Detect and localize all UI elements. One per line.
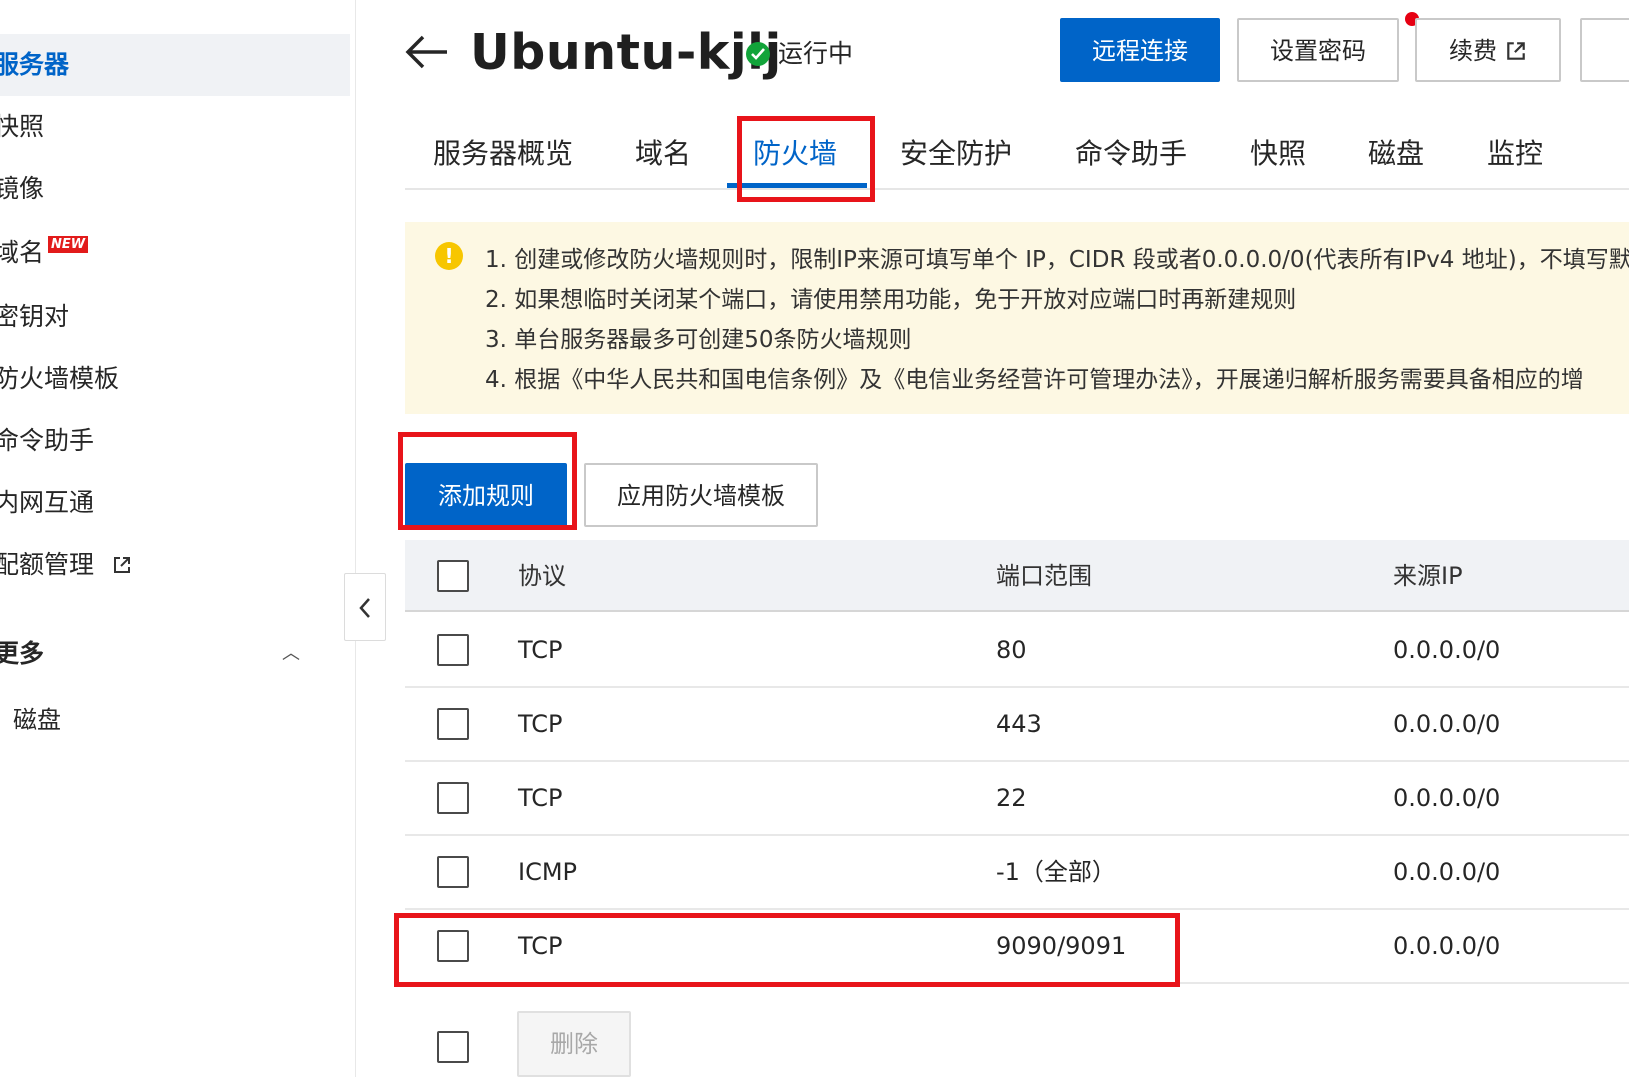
tab-overview[interactable]: 服务器概览	[433, 134, 573, 174]
tab-monitor[interactable]: 监控	[1487, 134, 1543, 174]
column-header-source: 来源IP	[1393, 562, 1463, 590]
sidebar-item-disks[interactable]: 磁盘	[13, 690, 61, 750]
tab-bar: 服务器概览 域名 防火墙 安全防护 命令助手 快照 磁盘 监控	[405, 120, 1629, 190]
page: 服务器 快照 镜像 域名NEW 密钥对 防火墙模板 命令助手 内网互通 配额管理…	[0, 0, 1629, 1077]
protocol-cell: TCP	[518, 784, 563, 812]
sidebar-item-label: 域名	[0, 238, 45, 267]
new-badge: NEW	[48, 236, 89, 253]
apply-template-button[interactable]: 应用防火墙模板	[584, 463, 818, 527]
tab-firewall[interactable]: 防火墙	[753, 134, 837, 174]
sidebar-item-label: 配额管理	[0, 550, 95, 579]
sidebar: 服务器 快照 镜像 域名NEW 密钥对 防火墙模板 命令助手 内网互通 配额管理…	[0, 0, 356, 1077]
more-actions-button[interactable]	[1580, 18, 1629, 82]
sidebar-group-label: 更多	[0, 639, 45, 668]
column-header-port: 端口范围	[996, 562, 1092, 590]
sidebar-item-label: 密钥对	[0, 302, 70, 331]
external-link-icon	[112, 536, 132, 573]
chevron-up-icon: ︿	[282, 643, 300, 664]
remote-connect-button[interactable]: 远程连接	[1060, 18, 1220, 82]
port-cell: -1（全部）	[996, 858, 1116, 886]
tab-snapshots[interactable]: 快照	[1250, 134, 1306, 174]
table-row: TCP 22 0.0.0.0/0	[405, 762, 1629, 836]
row-checkbox[interactable]	[437, 708, 469, 740]
row-checkbox[interactable]	[437, 634, 469, 666]
tab-domains[interactable]: 域名	[635, 134, 691, 174]
notice-line: 4. 根据《中华人民共和国电信条例》及《电信业务经营许可管理办法》，开展递归解析…	[485, 367, 1584, 393]
warning-icon: !	[435, 242, 463, 270]
sidebar-item-label: 镜像	[0, 174, 45, 203]
page-title: Ubuntu-kjlj	[470, 24, 782, 81]
sidebar-item-quota[interactable]: 配额管理	[0, 534, 350, 596]
row-checkbox[interactable]	[437, 782, 469, 814]
protocol-cell: TCP	[518, 710, 563, 738]
protocol-cell: TCP	[518, 636, 563, 664]
active-tab-indicator	[727, 183, 867, 188]
back-arrow-icon[interactable]	[405, 34, 449, 74]
set-password-button[interactable]: 设置密码	[1237, 18, 1399, 82]
table-header: 协议 端口范围 来源IP	[405, 540, 1629, 612]
source-cell: 0.0.0.0/0	[1393, 784, 1501, 812]
sidebar-item-label: 服务器	[0, 50, 70, 79]
sidebar-item-domains[interactable]: 域名NEW	[0, 222, 350, 284]
sidebar-group-more[interactable]: 更多 ︿	[0, 624, 314, 684]
sidebar-item-label: 命令助手	[0, 426, 95, 455]
source-cell: 0.0.0.0/0	[1393, 710, 1501, 738]
renew-label: 续费	[1449, 37, 1497, 65]
sidebar-item-label: 快照	[0, 112, 45, 141]
tab-command-assistant[interactable]: 命令助手	[1075, 134, 1187, 174]
external-link-icon	[1505, 23, 1527, 60]
sidebar-item-servers[interactable]: 服务器	[0, 34, 350, 96]
sidebar-item-label: 内网互通	[0, 488, 95, 517]
status-text: 运行中	[778, 39, 854, 68]
select-all-checkbox[interactable]	[437, 560, 469, 592]
port-cell: 80	[996, 636, 1027, 664]
source-cell: 0.0.0.0/0	[1393, 932, 1501, 960]
table-row: TCP 80 0.0.0.0/0	[405, 614, 1629, 688]
collapse-sidebar-button[interactable]	[344, 573, 386, 641]
table-row: TCP 9090/9091 0.0.0.0/0	[405, 910, 1629, 984]
notice-line: 3. 单台服务器最多可创建50条防火墙规则	[485, 327, 912, 353]
tab-security[interactable]: 安全防护	[900, 134, 1012, 174]
notice-line: 2. 如果想临时关闭某个端口，请使用禁用功能，免于开放对应端口时再新建规则	[485, 287, 1297, 313]
port-cell: 22	[996, 784, 1027, 812]
sidebar-item-label: 防火墙模板	[0, 364, 120, 393]
table-row: ICMP -1（全部） 0.0.0.0/0	[405, 836, 1629, 910]
row-checkbox[interactable]	[437, 856, 469, 888]
chevron-left-icon	[359, 598, 370, 618]
renew-button[interactable]: 续费	[1415, 18, 1561, 82]
delete-button[interactable]: 删除	[517, 1011, 631, 1077]
port-cell: 9090/9091	[996, 932, 1127, 960]
port-cell: 443	[996, 710, 1042, 738]
add-rule-button[interactable]: 添加规则	[405, 463, 567, 527]
sidebar-item-keypairs[interactable]: 密钥对	[0, 286, 350, 348]
status-badge: 运行中	[746, 34, 853, 74]
sidebar-item-intranet[interactable]: 内网互通	[0, 472, 350, 534]
sidebar-item-snapshots[interactable]: 快照	[0, 96, 350, 158]
sidebar-item-firewall-templates[interactable]: 防火墙模板	[0, 348, 350, 410]
sidebar-item-images[interactable]: 镜像	[0, 158, 350, 220]
row-checkbox[interactable]	[437, 930, 469, 962]
bulk-select-checkbox[interactable]	[437, 1031, 469, 1063]
source-cell: 0.0.0.0/0	[1393, 636, 1501, 664]
table-row: TCP 443 0.0.0.0/0	[405, 688, 1629, 762]
notice-line: 1. 创建或修改防火墙规则时，限制IP来源可填写单个 IP，CIDR 段或者0.…	[485, 247, 1629, 273]
notice-box: ! 1. 创建或修改防火墙规则时，限制IP来源可填写单个 IP，CIDR 段或者…	[405, 222, 1629, 414]
protocol-cell: TCP	[518, 932, 563, 960]
tab-disks[interactable]: 磁盘	[1368, 134, 1424, 174]
column-header-protocol: 协议	[518, 562, 566, 590]
check-circle-icon	[746, 42, 770, 66]
source-cell: 0.0.0.0/0	[1393, 858, 1501, 886]
sidebar-item-command-assistant[interactable]: 命令助手	[0, 410, 350, 472]
protocol-cell: ICMP	[518, 858, 578, 886]
